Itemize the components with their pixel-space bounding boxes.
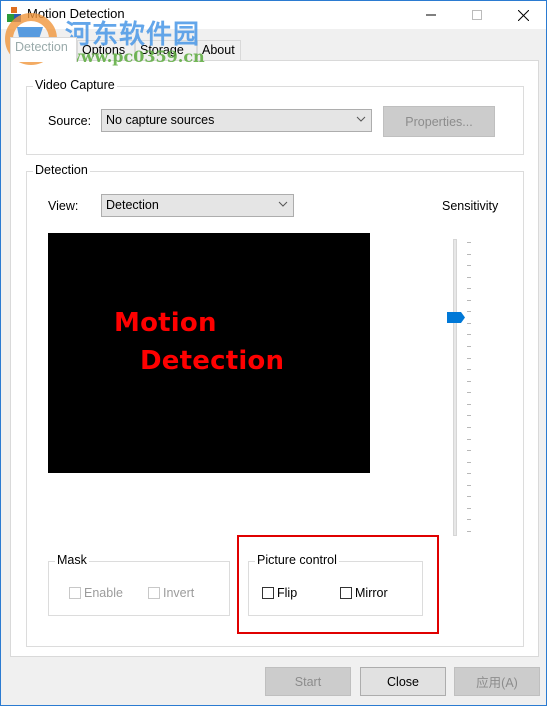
slider-tick — [467, 346, 471, 348]
slider-tick — [467, 265, 471, 267]
slider-tick — [467, 473, 471, 475]
apply-button-label: 应用(A) — [476, 676, 518, 690]
slider-tick — [467, 299, 471, 301]
slider-tick — [467, 380, 471, 382]
tab-label: Storage — [140, 43, 184, 57]
tab-about[interactable]: About — [197, 40, 241, 61]
view-label: View: — [48, 199, 79, 213]
slider-tick — [467, 369, 471, 371]
properties-button[interactable]: Properties... — [383, 106, 495, 137]
app-icon — [7, 7, 21, 23]
preview-text-motion: Motion — [114, 308, 217, 338]
slider-tick — [467, 276, 471, 278]
slider-tick — [467, 519, 471, 521]
slider-tick — [467, 288, 471, 290]
apply-button[interactable]: 应用(A) — [454, 667, 540, 696]
title-bar[interactable]: Motion Detection — [1, 1, 546, 29]
picture-control-highlight-annotation — [237, 535, 439, 634]
source-label: Source: — [48, 114, 92, 128]
checkbox-label: Invert — [163, 586, 195, 600]
start-button[interactable]: Start — [265, 667, 351, 696]
video-preview: Motion Detection — [48, 233, 370, 473]
detection-group-label: Detection — [33, 163, 90, 177]
slider-tick — [467, 242, 471, 243]
mask-enable-checkbox[interactable]: Enable — [69, 586, 123, 600]
preview-text-detection: Detection — [140, 346, 285, 376]
checkbox-box — [69, 587, 81, 599]
close-icon — [517, 9, 529, 21]
checkbox-label: Enable — [84, 586, 123, 600]
chevron-down-icon — [356, 112, 366, 129]
sensitivity-slider-track[interactable] — [453, 239, 457, 536]
source-dropdown[interactable]: No capture sources — [101, 109, 372, 132]
start-button-label: Start — [294, 674, 322, 689]
tab-options[interactable]: Options — [77, 40, 135, 61]
video-capture-group-label: Video Capture — [33, 78, 117, 92]
checkbox-box — [148, 587, 160, 599]
close-button[interactable]: Close — [360, 667, 446, 696]
slider-tick — [467, 496, 471, 498]
chevron-down-icon — [278, 197, 288, 214]
minimize-icon — [426, 14, 436, 16]
tab-storage[interactable]: Storage — [135, 40, 197, 61]
slider-tick — [467, 334, 471, 336]
mask-invert-checkbox[interactable]: Invert — [148, 586, 194, 600]
source-value: No capture sources — [106, 113, 215, 127]
slider-tick — [467, 311, 471, 313]
sensitivity-label: Sensitivity — [442, 199, 499, 213]
maximize-icon — [472, 10, 482, 20]
view-value: Detection — [106, 198, 159, 212]
slider-tick — [467, 484, 471, 486]
slider-tick — [467, 403, 471, 405]
tab-label: Options — [82, 43, 126, 57]
slider-tick — [467, 357, 471, 359]
tab-detection[interactable]: Detection — [10, 37, 77, 62]
slider-tick — [467, 438, 471, 440]
mask-group-label: Mask — [55, 553, 89, 567]
maximize-button[interactable] — [454, 1, 500, 29]
tab-label: Detection — [15, 40, 68, 54]
slider-tick — [467, 450, 471, 452]
tab-label: About — [202, 43, 235, 57]
motion-detection-window: Motion Detection Detection Options Stora… — [0, 0, 547, 706]
slider-tick — [467, 415, 471, 417]
slider-tick — [467, 253, 471, 255]
slider-tick — [467, 507, 471, 509]
slider-tick — [467, 461, 471, 463]
sensitivity-slider-thumb[interactable] — [447, 312, 465, 324]
close-window-button[interactable] — [500, 1, 546, 29]
minimize-button[interactable] — [408, 1, 454, 29]
window-title: Motion Detection — [27, 6, 125, 21]
slider-tick — [467, 322, 471, 324]
view-dropdown[interactable]: Detection — [101, 194, 294, 217]
close-button-label: Close — [387, 674, 419, 689]
slider-tick — [467, 426, 471, 428]
slider-tick — [467, 531, 471, 532]
slider-tick — [467, 392, 471, 394]
properties-button-label: Properties... — [405, 114, 473, 129]
